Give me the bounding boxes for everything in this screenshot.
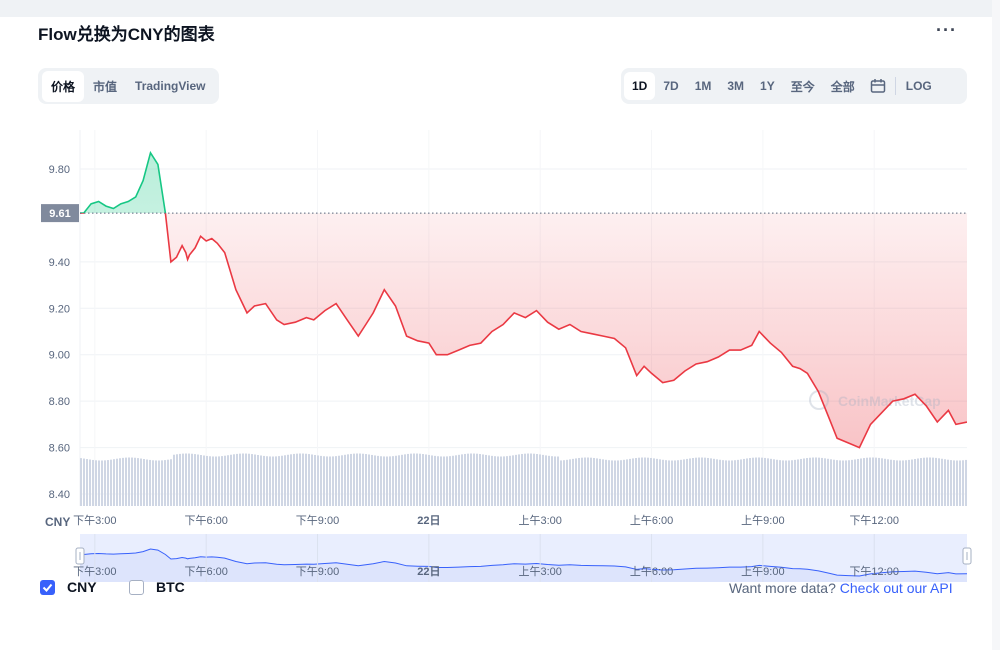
- range-1m[interactable]: 1M: [687, 72, 720, 100]
- range-1d[interactable]: 1D: [624, 72, 656, 100]
- cny-checkbox[interactable]: [40, 579, 55, 595]
- calendar-icon[interactable]: [863, 74, 893, 98]
- range-all[interactable]: 全部: [823, 71, 863, 102]
- more-data-prompt: Want more data?: [729, 580, 836, 596]
- more-data-footer: Want more data? Check out our API: [729, 580, 953, 596]
- time-range-selector: 1D 7D 1M 3M 1Y 至今 全部 LOG: [621, 68, 967, 104]
- chart-type-tabs: 价格 市值 TradingView: [38, 68, 219, 104]
- btc-label: BTC: [156, 579, 185, 595]
- btc-checkbox[interactable]: [129, 579, 144, 595]
- tab-market-cap[interactable]: 市值: [84, 71, 126, 102]
- range-divider: [894, 77, 896, 95]
- api-link[interactable]: Check out our API: [840, 580, 953, 596]
- range-3m[interactable]: 3M: [719, 72, 752, 100]
- more-dots-icon[interactable]: ···: [936, 20, 957, 41]
- chart-card: [0, 17, 1000, 650]
- tab-tradingview[interactable]: TradingView: [126, 72, 214, 100]
- chart-title: Flow兑换为CNY的图表: [38, 25, 215, 44]
- page-edge: [992, 0, 1000, 650]
- range-1y[interactable]: 1Y: [752, 72, 783, 100]
- range-7d[interactable]: 7D: [655, 72, 686, 100]
- legend-btc[interactable]: BTC: [129, 579, 185, 595]
- log-scale-toggle[interactable]: LOG: [898, 72, 940, 100]
- legend-cny[interactable]: CNY: [40, 579, 97, 595]
- tab-price[interactable]: 价格: [42, 70, 85, 102]
- range-ytd[interactable]: 至今: [783, 71, 823, 102]
- cny-label: CNY: [67, 579, 97, 595]
